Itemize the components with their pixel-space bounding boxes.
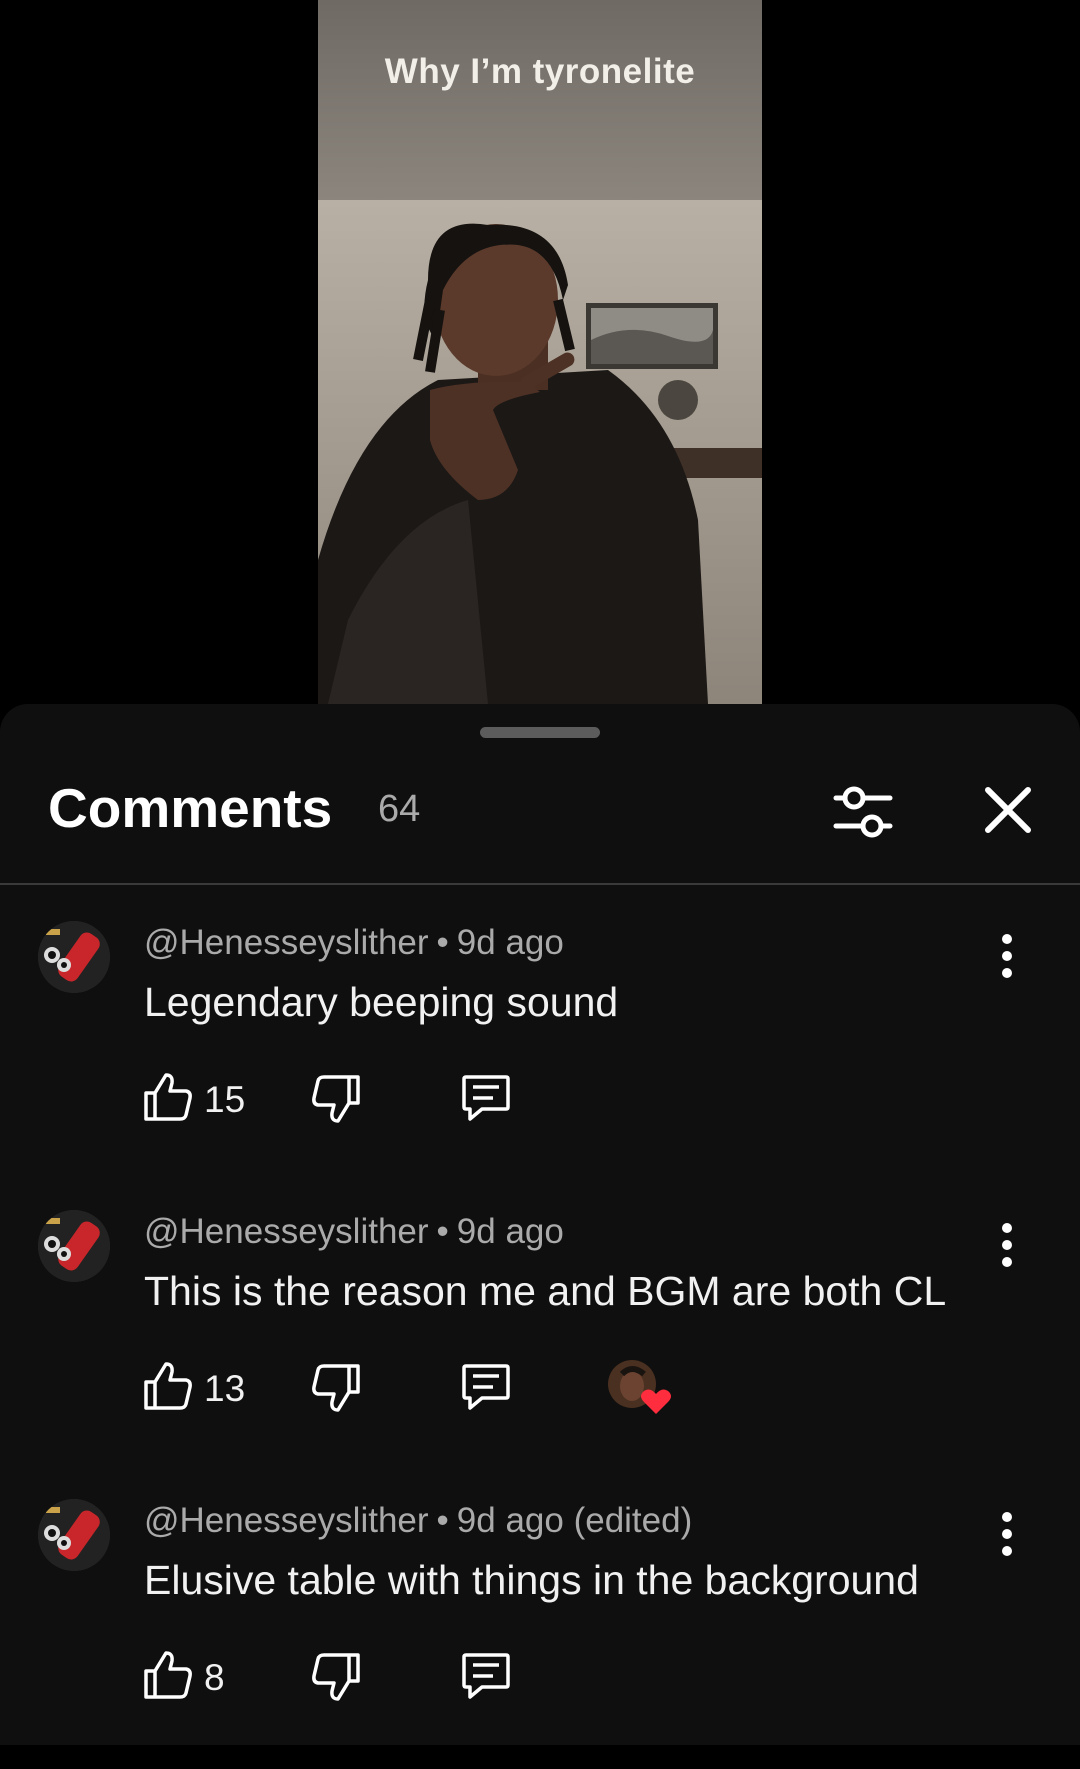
like-button[interactable] (142, 1071, 194, 1123)
video-still-image (318, 0, 762, 704)
reply-comment-icon (462, 1653, 510, 1699)
thumb-up-icon (144, 1362, 192, 1410)
thumb-down-icon (312, 1364, 360, 1412)
thumb-down-icon (312, 1075, 360, 1123)
reply-button[interactable] (460, 1071, 512, 1123)
comment-author[interactable]: @Henesseyslither (144, 1501, 429, 1540)
comment-author[interactable]: @Henesseyslither (144, 923, 429, 962)
comment-item: @Henesseyslither • 9d ago This is the reas… (0, 1210, 1080, 1480)
comment-text: Elusive table with things in the backgro… (144, 1557, 919, 1603)
comments-title: Comments (48, 777, 333, 839)
comment-time: 9d ago (456, 1212, 564, 1251)
dislike-button[interactable] (310, 1073, 362, 1125)
avatar[interactable] (38, 921, 110, 993)
comment-author[interactable]: @Henesseyslither (144, 1212, 429, 1251)
more-options-button[interactable] (990, 1509, 1024, 1559)
like-button[interactable] (142, 1649, 194, 1701)
close-icon (985, 787, 1031, 833)
comment-meta: @Henesseyslither • 9d ago (144, 923, 564, 963)
meta-separator: • (436, 1212, 449, 1251)
heart-icon (608, 1360, 671, 1414)
dislike-button[interactable] (310, 1651, 362, 1703)
close-button[interactable] (980, 780, 1036, 840)
drag-handle[interactable] (480, 727, 600, 738)
thumb-up-icon (144, 1651, 192, 1699)
avatar-image (38, 921, 110, 993)
more-options-button[interactable] (990, 1220, 1024, 1270)
video-player[interactable]: Why I’m tyronelite (0, 0, 1080, 704)
more-vert-icon (1002, 1512, 1012, 1556)
avatar-image (38, 1210, 110, 1282)
thumb-down-icon (312, 1653, 360, 1701)
comment-time: 9d ago (456, 923, 564, 962)
meta-separator: • (436, 923, 449, 962)
comment-item: @Henesseyslither • 9d ago (edited) Elusive… (0, 1499, 1080, 1769)
comments-count: 64 (378, 788, 421, 830)
thumb-up-icon (144, 1073, 192, 1121)
header-divider (0, 883, 1080, 885)
like-count: 13 (204, 1368, 246, 1409)
filter-button[interactable] (830, 782, 896, 842)
more-options-button[interactable] (990, 931, 1024, 981)
reply-comment-icon (462, 1364, 510, 1410)
avatar-image (38, 1499, 110, 1571)
comment-meta: @Henesseyslither • 9d ago (edited) (144, 1501, 692, 1541)
video-frame[interactable]: Why I’m tyronelite (318, 0, 762, 704)
avatar[interactable] (38, 1499, 110, 1571)
filter-sliders-icon (833, 786, 893, 838)
comment-meta: @Henesseyslither • 9d ago (144, 1212, 564, 1252)
reply-comment-icon (462, 1075, 510, 1121)
more-vert-icon (1002, 1223, 1012, 1267)
comment-text: Legendary beeping sound (144, 979, 619, 1025)
like-button[interactable] (142, 1360, 194, 1412)
avatar[interactable] (38, 1210, 110, 1282)
comment-text: This is the reason me and BGM are both C… (144, 1268, 947, 1314)
comments-header: Comments 64 (0, 774, 1080, 854)
meta-separator: • (436, 1501, 449, 1540)
comments-sheet: Comments 64 @Henesseyslither • 9d ago Le… (0, 704, 1080, 1745)
reply-button[interactable] (460, 1360, 512, 1412)
video-caption: Why I’m tyronelite (384, 52, 696, 91)
comment-time: 9d ago (edited) (456, 1501, 693, 1540)
like-count: 15 (204, 1079, 246, 1120)
dislike-button[interactable] (310, 1362, 362, 1414)
more-vert-icon (1002, 934, 1012, 978)
like-count: 8 (204, 1657, 225, 1698)
comment-item: @Henesseyslither • 9d ago Legendary beepin… (0, 921, 1080, 1191)
reply-button[interactable] (460, 1649, 512, 1701)
creator-heart-badge (608, 1360, 672, 1416)
